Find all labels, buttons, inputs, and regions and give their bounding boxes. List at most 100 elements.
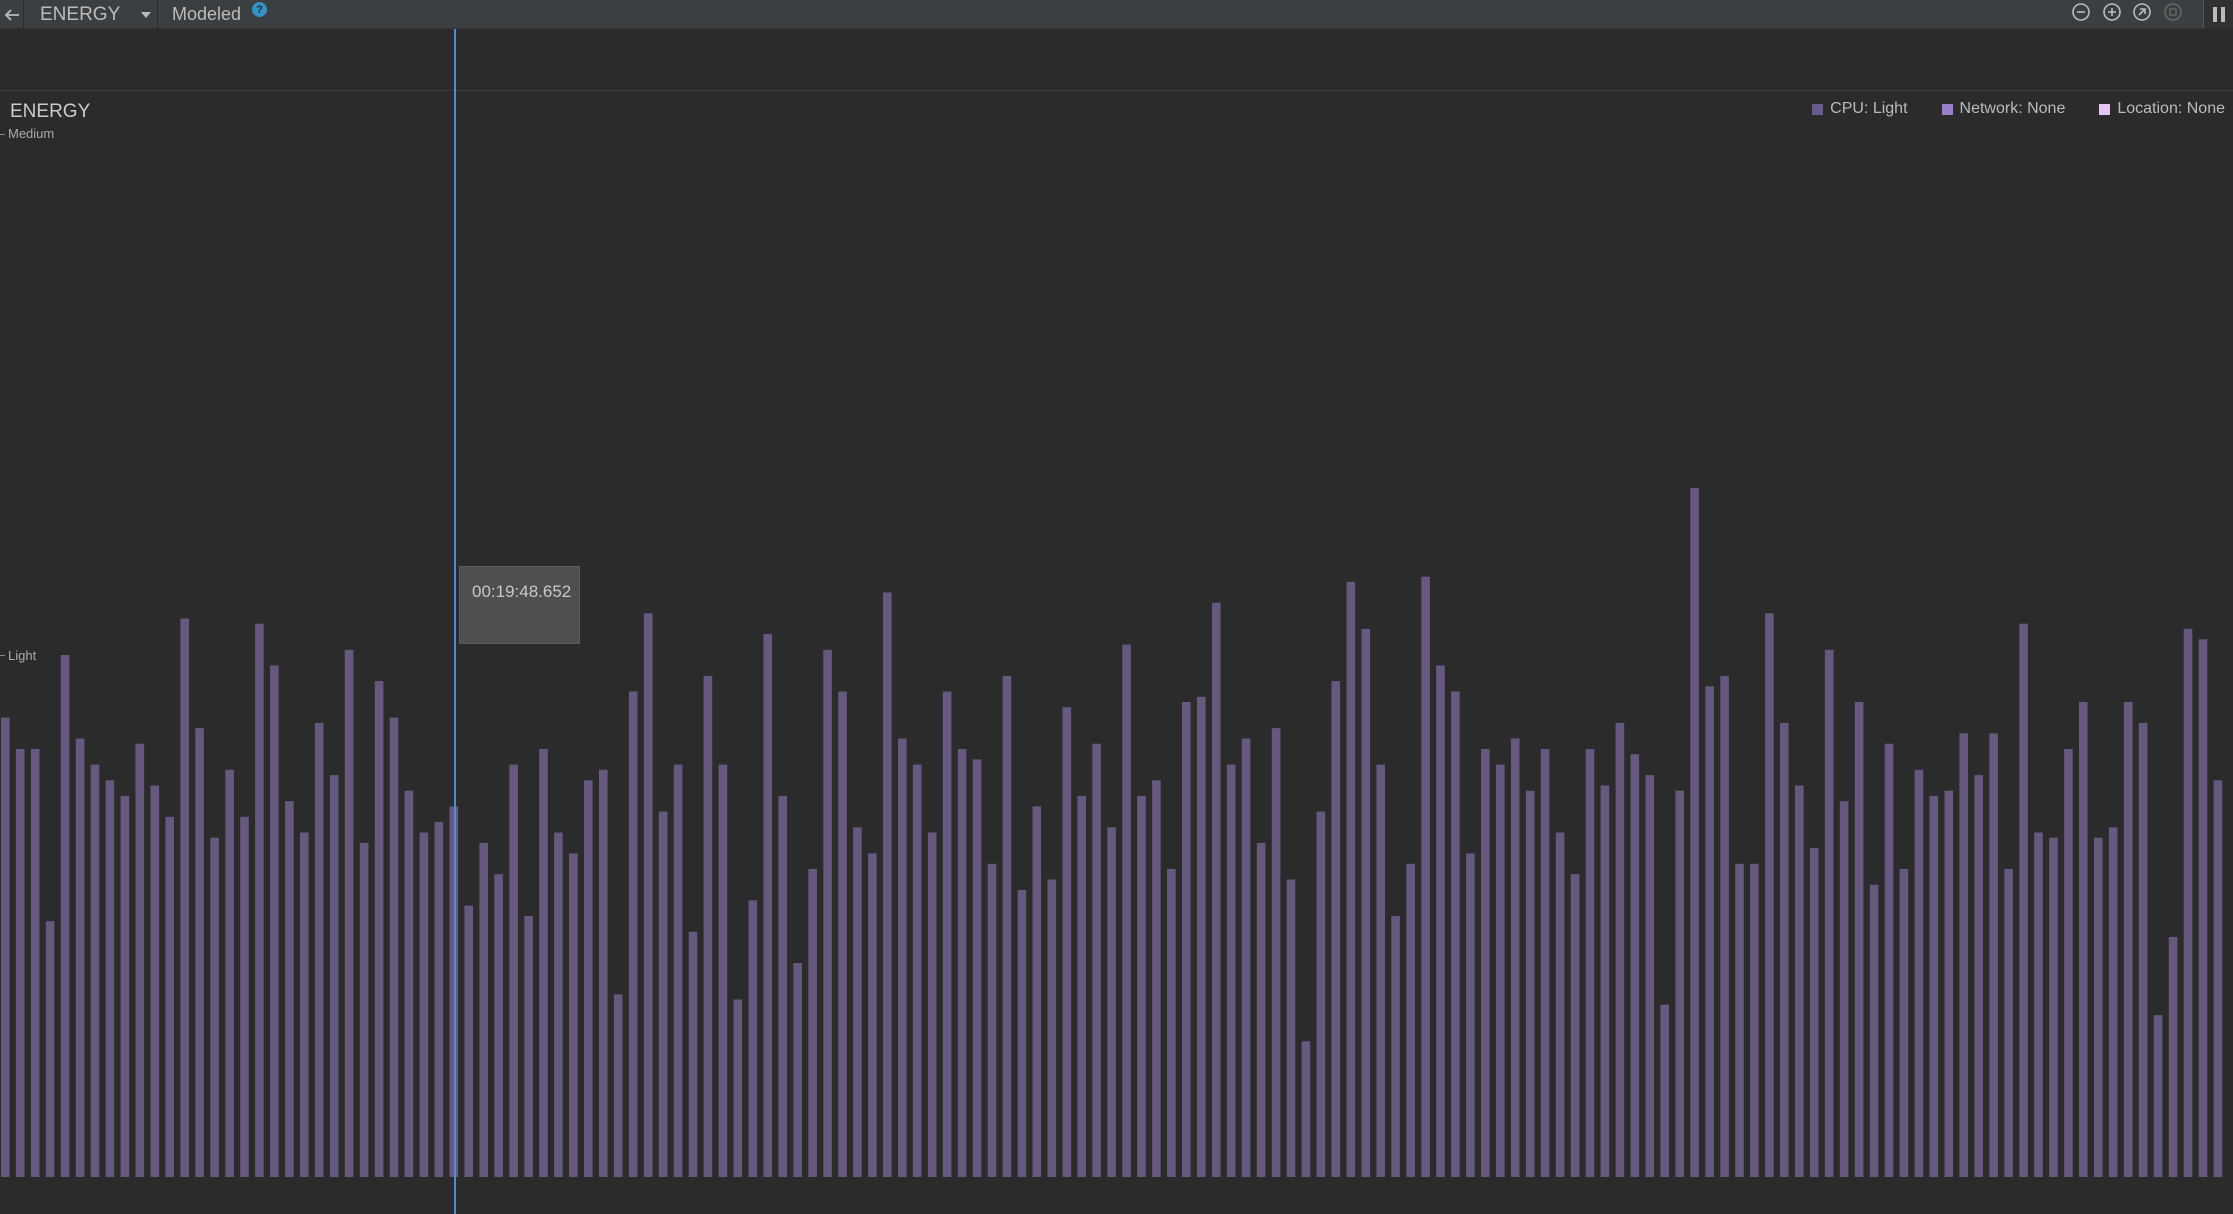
energy-bar: [150, 785, 160, 1177]
energy-bar: [1137, 795, 1146, 1177]
energy-bar: [733, 999, 743, 1177]
energy-bar: [1824, 649, 1834, 1177]
energy-bar: [957, 749, 967, 1177]
energy-bar: [524, 916, 533, 1177]
energy-bar: [2064, 749, 2073, 1177]
energy-bar: [1436, 665, 1445, 1177]
energy-bar: [210, 837, 219, 1177]
energy-bar: [1555, 832, 1565, 1177]
energy-bar: [389, 717, 399, 1177]
energy-bar: [599, 769, 608, 1177]
energy-bar: [1466, 853, 1475, 1177]
energy-bar: [494, 874, 503, 1177]
energy-bar: [2004, 869, 2013, 1177]
energy-bar: [1152, 780, 1161, 1177]
energy-bar: [1869, 884, 1879, 1177]
energy-bar: [374, 681, 384, 1177]
energy-bar: [135, 743, 145, 1177]
energy-bar: [2049, 837, 2058, 1177]
energy-bar: [2168, 936, 2178, 1177]
energy-bar: [1077, 795, 1086, 1177]
energy-bar: [75, 738, 85, 1177]
energy-bar: [270, 665, 279, 1177]
energy-bar: [898, 738, 907, 1177]
energy-bar-chart[interactable]: [0, 0, 2233, 1214]
time-tooltip: 00:19:48.652: [459, 566, 580, 644]
energy-bar: [1167, 869, 1176, 1177]
energy-bar: [1002, 675, 1012, 1177]
energy-bar: [314, 722, 324, 1177]
energy-bar: [1630, 754, 1640, 1177]
energy-bar: [763, 634, 772, 1177]
energy-bar: [1092, 743, 1101, 1177]
energy-bar: [927, 832, 937, 1177]
energy-bar: [1884, 743, 1894, 1177]
energy-bar: [45, 921, 55, 1177]
energy-bar: [673, 764, 683, 1177]
energy-bar: [718, 764, 728, 1177]
energy-bar: [1705, 686, 1714, 1177]
energy-bar: [1660, 1004, 1669, 1177]
energy-bar: [1959, 733, 1968, 1177]
energy-bar: [748, 900, 758, 1177]
energy-bar: [658, 811, 668, 1177]
energy-bar: [1451, 691, 1460, 1177]
energy-bar: [1481, 749, 1490, 1177]
energy-bar: [628, 691, 638, 1177]
energy-bar: [15, 749, 25, 1177]
energy-bar: [105, 780, 115, 1177]
energy-bar: [2183, 628, 2193, 1177]
energy-bar: [1421, 576, 1430, 1177]
energy-bar: [1780, 722, 1789, 1177]
energy-bar: [1795, 785, 1804, 1177]
energy-bar: [1720, 675, 1729, 1177]
energy-bar: [793, 963, 802, 1177]
energy-bar: [853, 827, 862, 1177]
energy-bar: [1331, 681, 1341, 1177]
energy-bar: [1301, 1041, 1311, 1177]
energy-bar: [1062, 707, 1072, 1177]
energy-bar: [868, 853, 877, 1177]
energy-bar: [1316, 811, 1326, 1177]
energy-bar: [2108, 827, 2118, 1177]
energy-bar: [1256, 842, 1266, 1177]
energy-bar: [1197, 696, 1206, 1177]
energy-bar: [329, 775, 339, 1177]
energy-bar: [1750, 863, 1759, 1177]
energy-bar: [1809, 848, 1819, 1177]
energy-bar: [479, 842, 488, 1177]
energy-bar: [419, 832, 429, 1177]
energy-bar: [1570, 874, 1580, 1177]
energy-bar: [1944, 790, 1954, 1177]
energy-bar: [1525, 790, 1535, 1177]
timeline-cursor[interactable]: [454, 29, 456, 1214]
energy-bar: [1765, 613, 1774, 1177]
energy-bar: [2079, 702, 2088, 1177]
energy-bar: [165, 816, 174, 1177]
energy-bar: [1376, 764, 1385, 1177]
energy-bar: [90, 764, 100, 1177]
energy-bar: [1182, 702, 1191, 1177]
energy-bar: [1914, 769, 1924, 1177]
energy-bar: [703, 675, 713, 1177]
energy-bar: [2138, 722, 2148, 1177]
energy-bar: [30, 749, 40, 1177]
energy-bar: [344, 649, 354, 1177]
energy-bar: [404, 790, 414, 1177]
energy-bar: [539, 749, 548, 1177]
energy-bar: [1017, 889, 1027, 1177]
energy-bar: [942, 691, 952, 1177]
energy-bar: [434, 822, 444, 1177]
energy-bar: [1107, 827, 1116, 1177]
energy-bar: [643, 613, 653, 1177]
energy-bar: [1406, 863, 1415, 1177]
energy-bar: [1510, 738, 1520, 1177]
energy-bar: [1989, 733, 1998, 1177]
energy-bar: [1690, 488, 1699, 1177]
energy-bar: [2198, 639, 2208, 1177]
energy-bar: [1226, 764, 1236, 1177]
energy-bar: [300, 832, 309, 1177]
energy-bar: [1496, 764, 1505, 1177]
energy-bar: [60, 655, 70, 1177]
energy-bar: [778, 795, 787, 1177]
